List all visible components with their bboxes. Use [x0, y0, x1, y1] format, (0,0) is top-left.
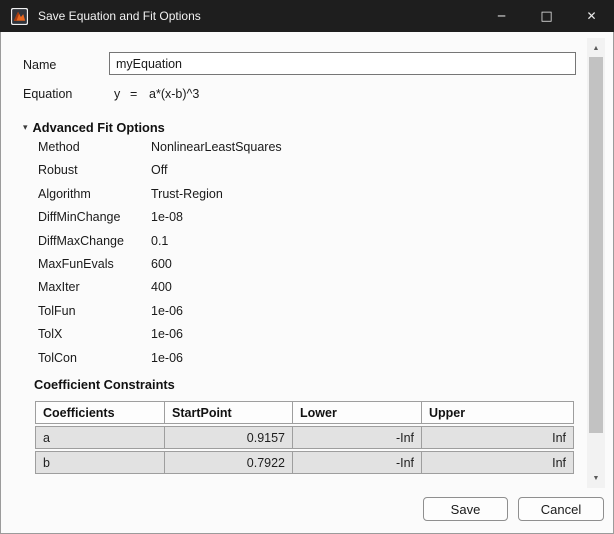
name-input[interactable]: [109, 52, 576, 75]
table-row-b: b 0.7922 -Inf Inf: [35, 451, 574, 474]
option-row-tolx: TolX 1e-06: [1, 323, 587, 346]
coefficient-constraints-title: Coefficient Constraints: [34, 377, 175, 392]
maximize-button[interactable]: □: [524, 0, 569, 32]
option-label: TolFun: [38, 300, 76, 323]
table-header-row: Coefficients StartPoint Lower Upper: [35, 401, 574, 424]
cell-upper[interactable]: Inf: [422, 451, 574, 474]
close-button[interactable]: ✕: [569, 0, 614, 32]
option-row-method: Method NonlinearLeastSquares: [1, 136, 587, 159]
option-value[interactable]: 600: [151, 253, 172, 276]
option-label: Algorithm: [38, 183, 91, 206]
equation-equals: =: [130, 87, 137, 101]
option-row-diffminchange: DiffMinChange 1e-08: [1, 206, 587, 229]
minimize-button[interactable]: ─: [479, 0, 524, 32]
cell-lower[interactable]: -Inf: [293, 426, 422, 449]
equation-rhs: a*(x-b)^3: [149, 87, 199, 101]
equation-label: Equation: [23, 87, 72, 101]
column-header-startpoint: StartPoint: [165, 401, 293, 424]
save-button[interactable]: Save: [423, 497, 508, 521]
table-row-a: a 0.9157 -Inf Inf: [35, 426, 574, 449]
matlab-icon: [11, 8, 28, 25]
option-row-maxiter: MaxIter 400: [1, 276, 587, 299]
option-row-algorithm: Algorithm Trust-Region: [1, 183, 587, 206]
option-label: TolX: [38, 323, 62, 346]
option-label: TolCon: [38, 347, 77, 370]
cell-coefficient: b: [35, 451, 165, 474]
option-value[interactable]: Off: [151, 159, 167, 182]
column-header-upper: Upper: [422, 401, 574, 424]
cell-startpoint[interactable]: 0.7922: [165, 451, 293, 474]
cell-startpoint[interactable]: 0.9157: [165, 426, 293, 449]
option-label: MaxIter: [38, 276, 80, 299]
coefficient-constraints-table: Coefficients StartPoint Lower Upper a 0.…: [35, 399, 574, 476]
scroll-down-icon[interactable]: ▼: [587, 470, 605, 486]
scrollbar-thumb[interactable]: [589, 57, 603, 433]
window-title: Save Equation and Fit Options: [38, 9, 201, 23]
option-value[interactable]: 1e-06: [151, 347, 183, 370]
option-label: MaxFunEvals: [38, 253, 114, 276]
option-value[interactable]: 0.1: [151, 230, 168, 253]
cell-upper[interactable]: Inf: [422, 426, 574, 449]
option-value[interactable]: Trust-Region: [151, 183, 223, 206]
option-label: Robust: [38, 159, 78, 182]
dialog-window: Save Equation and Fit Options ─ □ ✕ Name…: [0, 0, 614, 534]
option-value[interactable]: 400: [151, 276, 172, 299]
column-header-lower: Lower: [293, 401, 422, 424]
fit-options-list: Method NonlinearLeastSquares Robust Off …: [1, 136, 587, 370]
option-row-tolcon: TolCon 1e-06: [1, 347, 587, 370]
vertical-scrollbar[interactable]: ▲ ▼: [587, 38, 605, 488]
cell-lower[interactable]: -Inf: [293, 451, 422, 474]
title-bar: Save Equation and Fit Options ─ □ ✕: [0, 0, 614, 32]
column-header-coefficients: Coefficients: [35, 401, 165, 424]
advanced-fit-options-header[interactable]: ▾ Advanced Fit Options: [23, 120, 165, 135]
cell-coefficient: a: [35, 426, 165, 449]
option-value[interactable]: 1e-06: [151, 300, 183, 323]
option-value[interactable]: NonlinearLeastSquares: [151, 136, 282, 159]
option-value[interactable]: 1e-08: [151, 206, 183, 229]
collapse-chevron-icon: ▾: [23, 123, 28, 132]
option-label: Method: [38, 136, 80, 159]
name-label: Name: [23, 58, 56, 72]
option-label: DiffMaxChange: [38, 230, 124, 253]
equation-lhs: y: [114, 87, 120, 101]
advanced-fit-options-title: Advanced Fit Options: [33, 120, 165, 135]
option-value[interactable]: 1e-06: [151, 323, 183, 346]
cancel-button[interactable]: Cancel: [518, 497, 604, 521]
option-row-maxfunevals: MaxFunEvals 600: [1, 253, 587, 276]
scroll-up-icon[interactable]: ▲: [587, 40, 605, 56]
option-label: DiffMinChange: [38, 206, 120, 229]
option-row-diffmaxchange: DiffMaxChange 0.1: [1, 230, 587, 253]
option-row-tolfun: TolFun 1e-06: [1, 300, 587, 323]
option-row-robust: Robust Off: [1, 159, 587, 182]
window-controls: ─ □ ✕: [479, 0, 614, 32]
dialog-body: Name Equation y = a*(x-b)^3 ▾ Advanced F…: [0, 32, 614, 534]
